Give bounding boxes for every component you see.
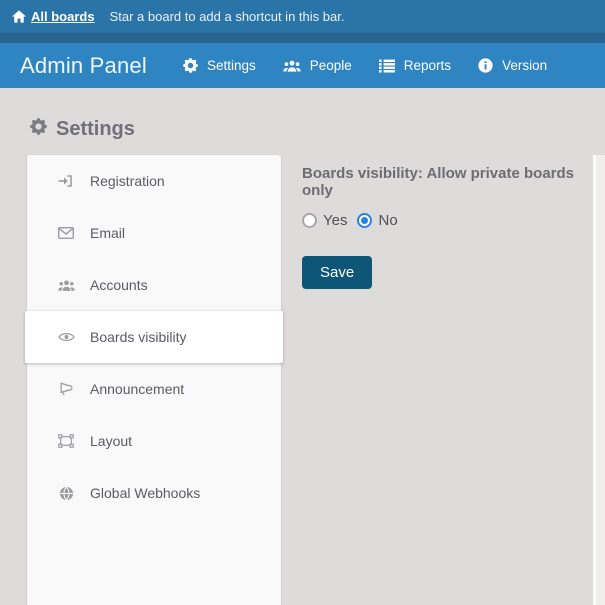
- users-icon: [56, 279, 76, 292]
- all-boards-link[interactable]: All boards: [12, 9, 95, 24]
- menu-item-label: Global Webhooks: [90, 485, 200, 501]
- gear-icon: [30, 118, 47, 141]
- nav-settings-label: Settings: [207, 58, 256, 73]
- save-button[interactable]: Save: [302, 256, 372, 289]
- nav-people[interactable]: People: [283, 58, 352, 73]
- nav-version-label: Version: [502, 58, 547, 73]
- home-icon: [12, 10, 26, 23]
- radio-option-no[interactable]: No: [357, 212, 397, 229]
- visibility-radio-group: Yes No: [302, 212, 592, 229]
- settings-menu-panel: Registration Email Accounts Boards visib…: [27, 155, 281, 605]
- radio-yes-label: Yes: [323, 212, 347, 229]
- admin-nav: Settings People Reports Version: [183, 58, 574, 73]
- settings-page: Settings Registration Email Accounts: [0, 88, 605, 605]
- nav-reports-label: Reports: [404, 58, 451, 73]
- globe-icon: [56, 486, 76, 501]
- sign-in-icon: [56, 173, 76, 189]
- shortcut-hint-text: Star a board to add a shortcut in this b…: [110, 9, 345, 24]
- menu-item-label: Registration: [90, 173, 165, 189]
- menu-item-label: Accounts: [90, 277, 148, 293]
- menu-item-accounts[interactable]: Accounts: [27, 259, 281, 311]
- radio-option-yes[interactable]: Yes: [302, 212, 347, 229]
- settings-heading-label: Settings: [56, 118, 135, 141]
- nav-reports[interactable]: Reports: [379, 58, 451, 73]
- boards-visibility-detail: Boards visibility: Allow private boards …: [302, 165, 592, 289]
- menu-item-boards-visibility[interactable]: Boards visibility: [25, 311, 283, 363]
- info-circle-icon: [478, 58, 493, 73]
- nav-people-label: People: [310, 58, 352, 73]
- gear-icon: [183, 58, 198, 73]
- eye-icon: [56, 331, 76, 343]
- all-boards-label: All boards: [31, 9, 95, 24]
- radio-no-circle[interactable]: [357, 213, 372, 228]
- envelope-icon: [56, 227, 76, 239]
- bullhorn-icon: [56, 382, 76, 396]
- nav-version[interactable]: Version: [478, 58, 547, 73]
- page-title: Admin Panel: [20, 53, 147, 79]
- menu-item-layout[interactable]: Layout: [27, 415, 281, 467]
- admin-header: Admin Panel Settings People Reports Vers…: [0, 43, 605, 88]
- menu-item-label: Boards visibility: [90, 329, 186, 345]
- nav-settings[interactable]: Settings: [183, 58, 256, 73]
- shortcut-bar: All boards Star a board to add a shortcu…: [0, 0, 605, 43]
- next-panel-edge: [593, 155, 605, 605]
- menu-item-global-webhooks[interactable]: Global Webhooks: [27, 467, 281, 519]
- setting-label: Boards visibility: Allow private boards …: [302, 165, 592, 199]
- settings-heading: Settings: [30, 118, 135, 141]
- radio-no-label: No: [378, 212, 397, 229]
- object-group-icon: [56, 434, 76, 448]
- people-icon: [283, 59, 301, 73]
- menu-item-label: Email: [90, 225, 125, 241]
- menu-item-announcement[interactable]: Announcement: [27, 363, 281, 415]
- list-icon: [379, 59, 395, 73]
- menu-item-label: Announcement: [90, 381, 184, 397]
- menu-item-email[interactable]: Email: [27, 207, 281, 259]
- radio-yes-circle[interactable]: [302, 213, 317, 228]
- menu-item-registration[interactable]: Registration: [27, 155, 281, 207]
- menu-item-label: Layout: [90, 433, 132, 449]
